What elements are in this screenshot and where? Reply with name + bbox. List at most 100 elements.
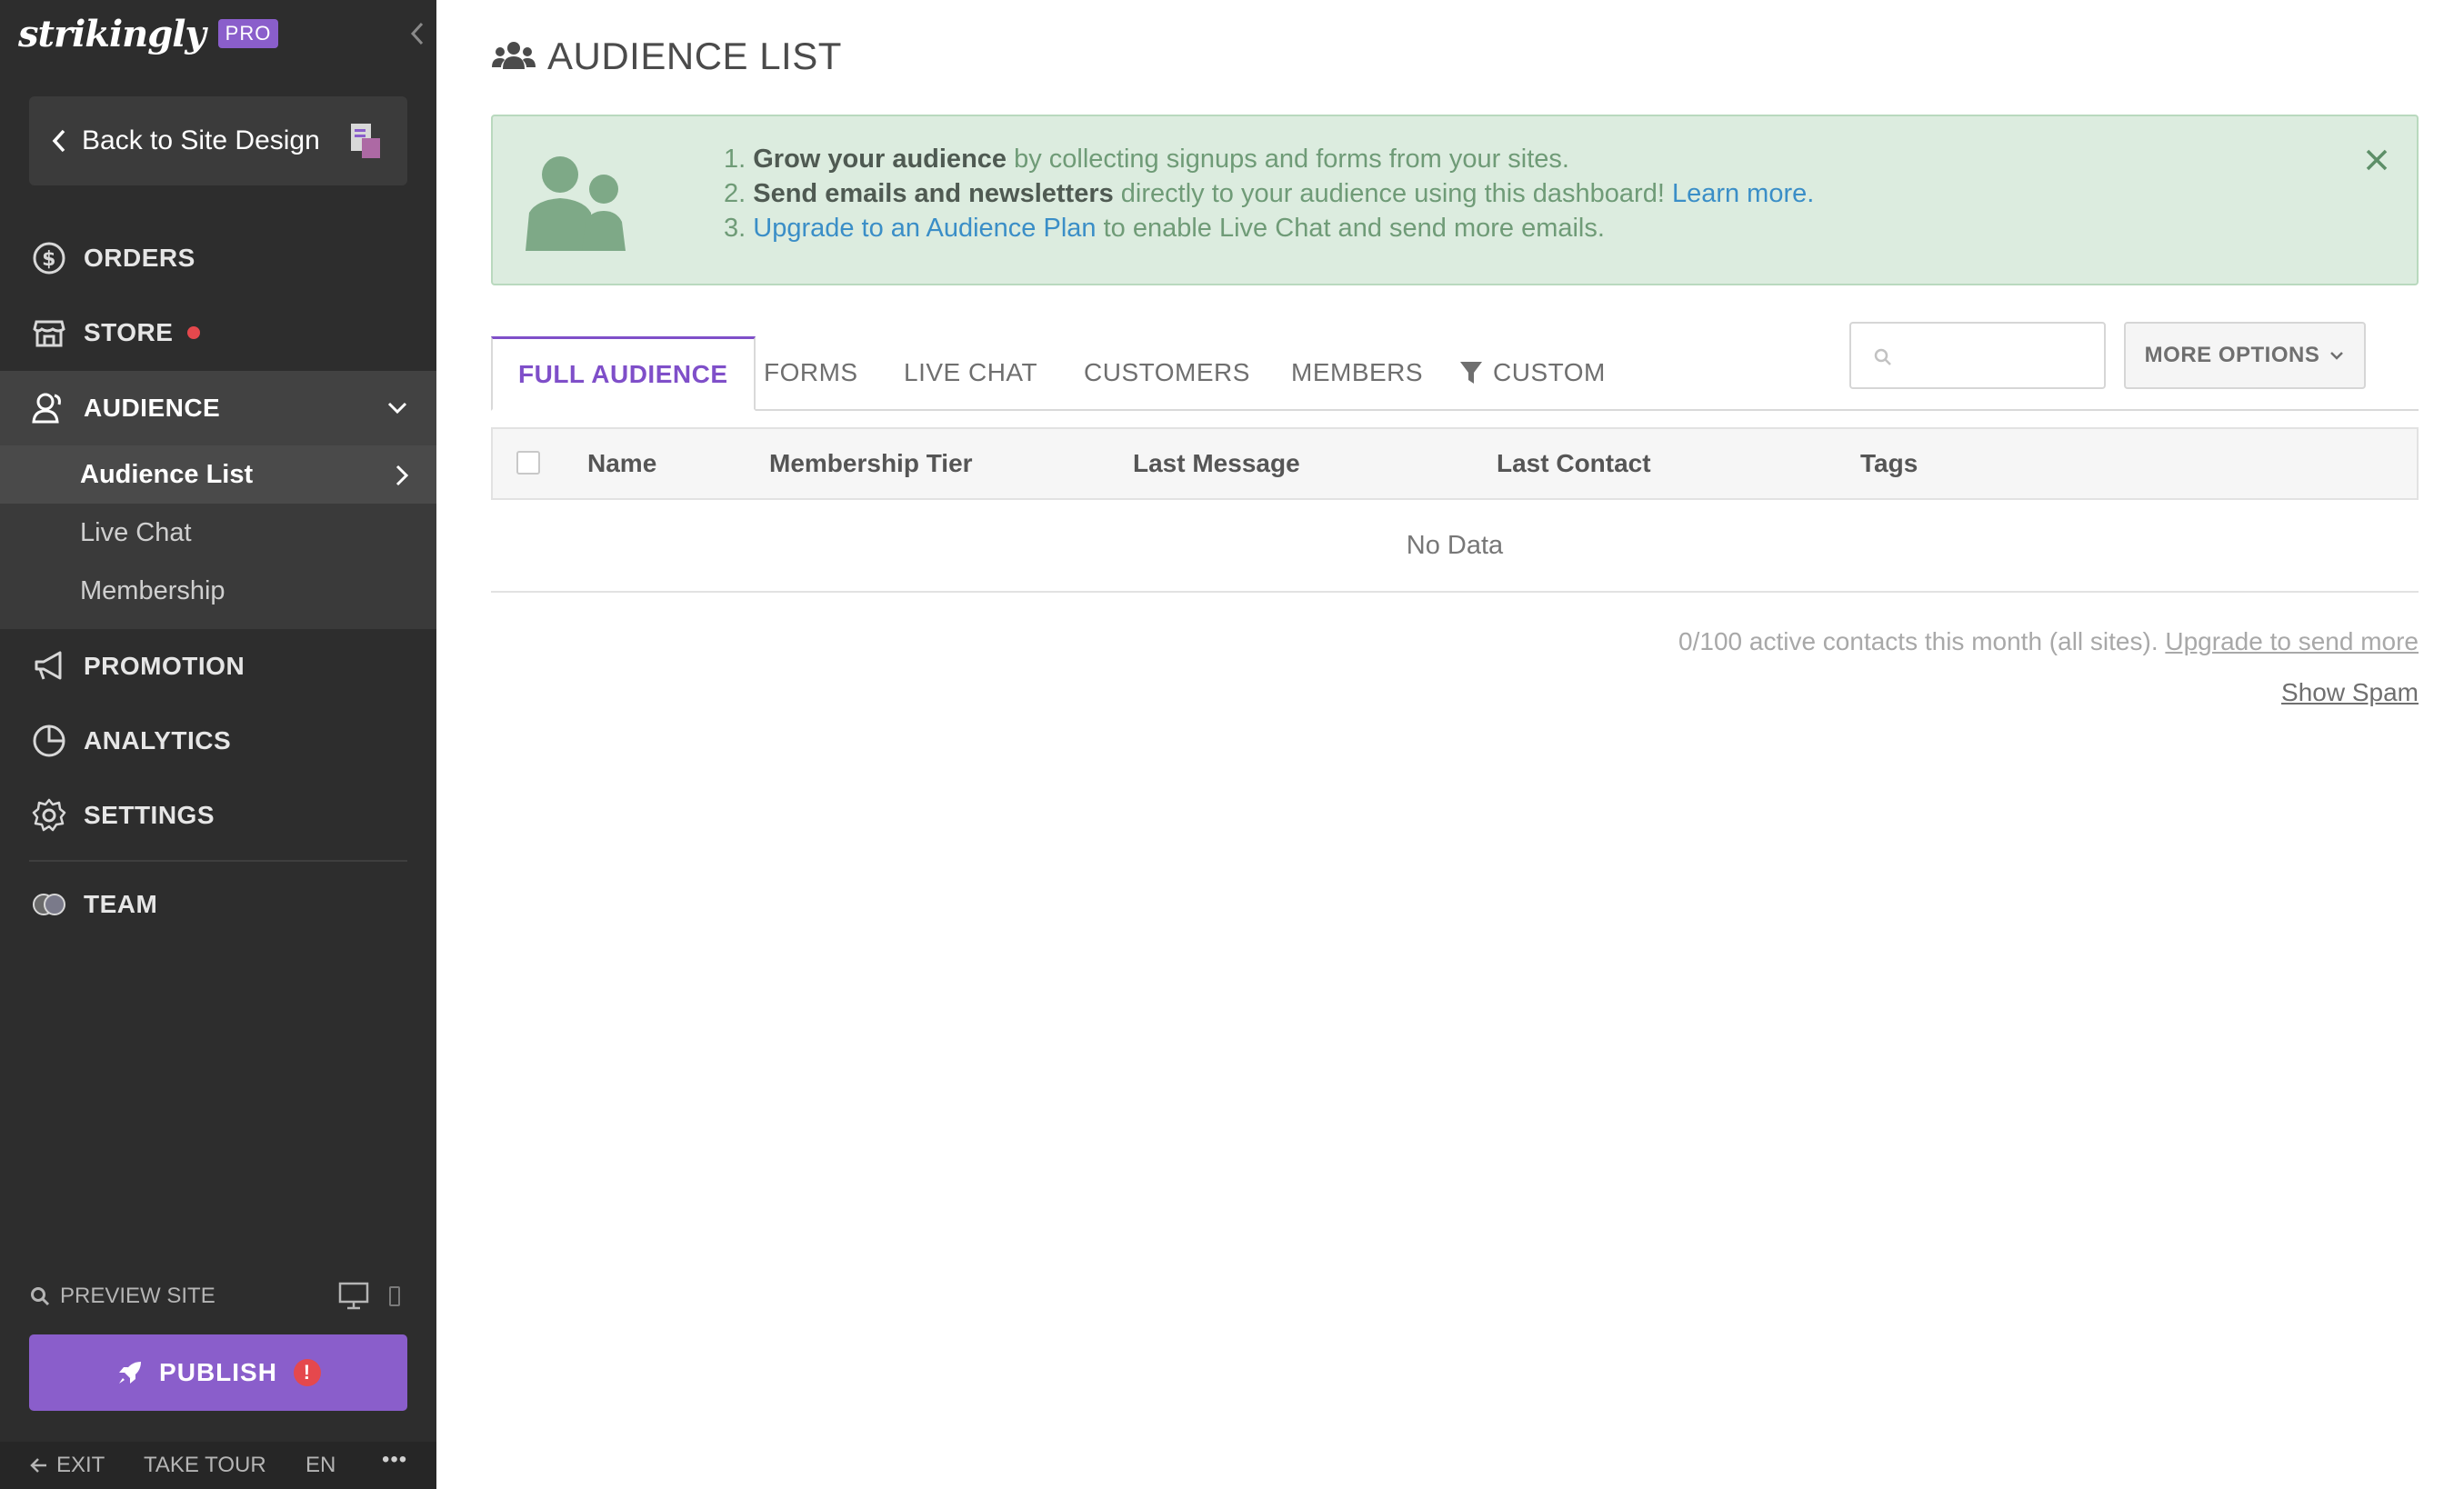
usage-text: 0/100 active contacts this month (all si…	[1678, 627, 2159, 655]
take-tour-label: TAKE TOUR	[144, 1453, 266, 1477]
banner-num: 2.	[724, 179, 746, 208]
brand[interactable]: strikingly PRO	[18, 11, 279, 56]
submenu-label: Membership	[80, 575, 225, 605]
column-header-membership-tier[interactable]: Membership Tier	[769, 429, 973, 498]
info-banner: 1. Grow your audience by collecting sign…	[491, 115, 2419, 285]
tab-customers[interactable]: CUSTOMERS	[1084, 336, 1250, 409]
nav-label: ANALYTICS	[84, 726, 232, 754]
nav-label: TEAM	[84, 890, 158, 918]
more-menu-button[interactable]: •••	[382, 1447, 407, 1473]
sidebar-footer: EXIT TAKE TOUR EN •••	[0, 1442, 436, 1489]
nav-label: SETTINGS	[84, 801, 215, 829]
publish-label: PUBLISH	[159, 1358, 277, 1386]
mobile-icon[interactable]	[387, 1285, 402, 1309]
learn-more-link[interactable]: Learn more.	[1672, 179, 1814, 208]
desktop-icon[interactable]	[338, 1282, 369, 1311]
banner-bold: Send emails and newsletters	[753, 179, 1114, 208]
search-icon	[1874, 348, 1891, 365]
publish-warning-icon: !	[293, 1359, 321, 1386]
nav-settings[interactable]: SETTINGS	[0, 778, 436, 853]
banner-line-1: 1. Grow your audience by collecting sign…	[724, 142, 1814, 176]
close-icon[interactable]	[2364, 147, 2389, 173]
column-header-last-message[interactable]: Last Message	[1133, 429, 1300, 498]
upgrade-audience-plan-link[interactable]: Upgrade to an Audience Plan	[753, 214, 1096, 243]
upgrade-to-send-more-link[interactable]: Upgrade to send more	[2165, 627, 2419, 655]
tab-custom[interactable]: CUSTOM	[1458, 336, 1606, 409]
nav-promotion[interactable]: PROMOTION	[0, 629, 436, 704]
nav-analytics[interactable]: ANALYTICS	[0, 704, 436, 778]
tab-members[interactable]: MEMBERS	[1291, 336, 1423, 409]
banner-rest: to enable Live Chat and send more emails…	[1096, 214, 1605, 243]
publish-button[interactable]: PUBLISH !	[29, 1334, 407, 1411]
page-title-text: AUDIENCE LIST	[547, 35, 842, 77]
banner-num: 3.	[724, 214, 746, 243]
dollar-circle-icon: $	[33, 242, 65, 275]
language-label: EN	[305, 1453, 336, 1477]
chevron-down-icon	[387, 402, 407, 415]
column-header-last-contact[interactable]: Last Contact	[1497, 429, 1651, 498]
language-selector[interactable]: EN	[305, 1453, 336, 1478]
exit-button[interactable]: EXIT	[29, 1453, 105, 1478]
back-to-site-design-button[interactable]: Back to Site Design	[29, 96, 407, 185]
audience-icon	[32, 393, 61, 424]
nav-label: AUDIENCE	[84, 394, 221, 422]
pie-chart-icon	[33, 725, 65, 757]
audience-submenu: Audience List Live Chat Membership	[0, 445, 436, 629]
show-spam-link[interactable]: Show Spam	[2281, 678, 2419, 707]
svg-text:$: $	[42, 248, 56, 271]
select-all-checkbox[interactable]	[516, 451, 540, 475]
search-icon	[31, 1287, 50, 1306]
store-notification-dot	[187, 326, 201, 339]
banner-text: 1. Grow your audience by collecting sign…	[724, 142, 1814, 245]
banner-num: 1.	[724, 145, 746, 174]
sidebar: strikingly PRO Back to Site Design $ ORD…	[0, 0, 436, 1489]
more-options-button[interactable]: MORE OPTIONS	[2124, 322, 2366, 389]
nav-store[interactable]: STORE	[0, 295, 436, 370]
preview-label: PREVIEW SITE	[60, 1284, 215, 1308]
submenu-live-chat[interactable]: Live Chat	[0, 504, 436, 562]
strikingly-logo: strikingly	[18, 12, 206, 55]
usage-info: 0/100 active contacts this month (all si…	[1678, 627, 2419, 656]
search-box[interactable]	[1849, 322, 2106, 389]
nav-audience[interactable]: AUDIENCE	[0, 371, 436, 445]
take-tour-button[interactable]: TAKE TOUR	[144, 1453, 266, 1478]
chevron-left-icon	[52, 129, 65, 153]
tab-forms[interactable]: FORMS	[764, 336, 858, 409]
team-icon	[33, 894, 65, 915]
banner-line-3: 3. Upgrade to an Audience Plan to enable…	[724, 211, 1814, 245]
nav-team[interactable]: TEAM	[0, 867, 436, 942]
exit-label: EXIT	[56, 1453, 105, 1477]
pro-badge: PRO	[217, 19, 279, 48]
more-options-label: MORE OPTIONS	[2144, 343, 2320, 367]
empty-table-message: No Data	[491, 500, 2419, 593]
preview-site-link[interactable]: PREVIEW SITE	[29, 1284, 215, 1309]
filter-icon	[1460, 362, 1482, 384]
column-header-name[interactable]: Name	[587, 429, 656, 498]
main-content: AUDIENCE LIST 1. Grow your audience by c…	[436, 0, 2464, 1489]
tab-full-audience[interactable]: FULL AUDIENCE	[491, 336, 756, 411]
chevron-down-icon	[2330, 352, 2344, 360]
banner-bold: Grow your audience	[753, 145, 1007, 174]
banner-rest: by collecting signups and forms from you…	[1007, 145, 1569, 174]
arrow-left-icon	[30, 1458, 46, 1473]
collapse-sidebar-icon[interactable]	[406, 18, 429, 49]
submenu-membership[interactable]: Membership	[0, 562, 436, 620]
store-icon	[33, 320, 65, 347]
tab-live-chat[interactable]: LIVE CHAT	[904, 336, 1037, 409]
submenu-label: Live Chat	[80, 517, 192, 547]
nav-label: PROMOTION	[84, 652, 245, 680]
sidebar-divider	[29, 860, 407, 862]
search-input[interactable]	[1902, 335, 2097, 378]
submenu-label: Audience List	[80, 459, 254, 489]
gear-icon	[32, 798, 66, 832]
audience-illustration-icon	[526, 156, 626, 251]
column-header-tags[interactable]: Tags	[1860, 429, 1918, 498]
nav-orders[interactable]: $ ORDERS	[0, 221, 436, 295]
submenu-audience-list[interactable]: Audience List	[0, 445, 436, 504]
more-dots-icon: •••	[382, 1447, 408, 1472]
megaphone-icon	[35, 651, 62, 680]
chevron-right-icon	[396, 465, 409, 486]
site-pages-icon	[351, 124, 380, 158]
banner-rest: directly to your audience using this das…	[1113, 179, 1672, 208]
back-label: Back to Site Design	[82, 125, 320, 155]
